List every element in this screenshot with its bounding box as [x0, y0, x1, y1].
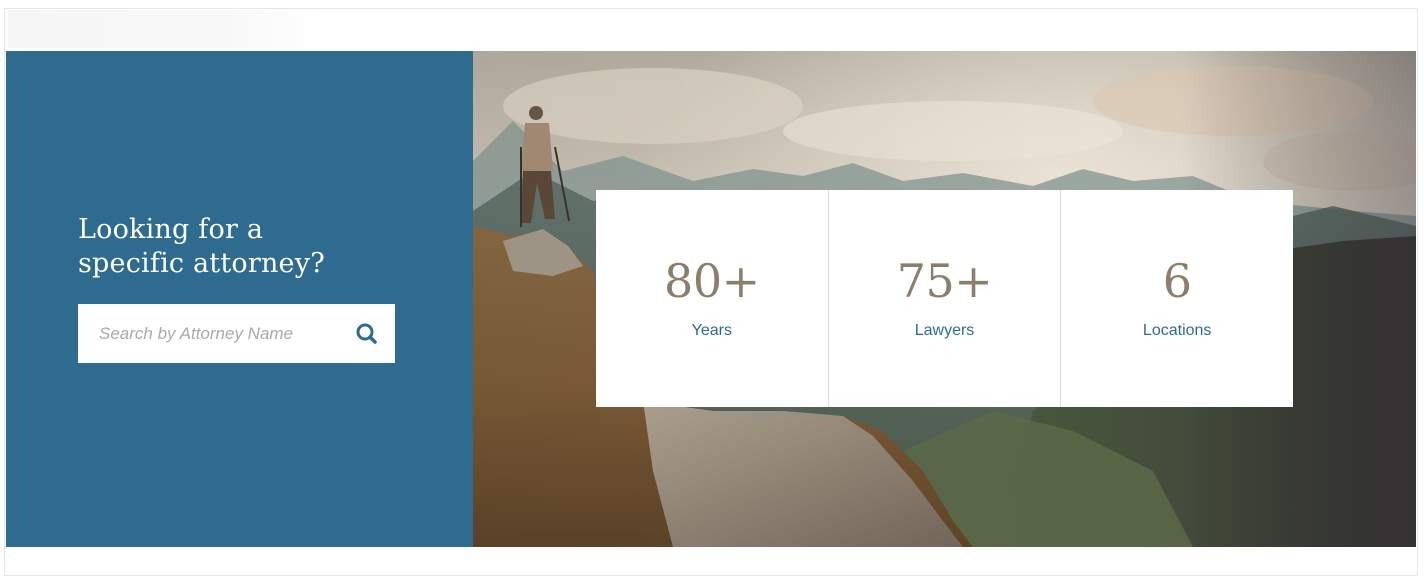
hero-section: Looking for a specific attorney? Search …: [6, 51, 1416, 547]
attorney-search-input[interactable]: [78, 304, 338, 363]
stat-locations: 6 Locations: [1061, 190, 1293, 407]
firm-stats-card: 80+ Years 75+ Lawyers 6 Locations: [596, 190, 1293, 407]
search-heading-line-2: specific attorney?: [78, 248, 325, 279]
search-button[interactable]: [349, 316, 385, 352]
stat-value: 75+: [896, 254, 993, 308]
stat-label: Lawyers: [914, 322, 975, 339]
stat-value: 6: [1162, 254, 1192, 308]
stat-value: 80+: [664, 254, 760, 308]
search-heading: Looking for a specific attorney?: [78, 213, 398, 281]
stat-label: Years: [691, 322, 732, 339]
search-heading-line-1: Looking for a: [78, 214, 264, 245]
attorney-search-form: [78, 304, 395, 363]
search-icon: [356, 323, 377, 344]
header-strip: [8, 10, 328, 48]
stat-years: 80+ Years: [596, 190, 829, 407]
stat-label: Locations: [1142, 322, 1212, 339]
stat-lawyers: 75+ Lawyers: [829, 190, 1062, 407]
attorney-search-panel: Looking for a specific attorney?: [6, 51, 473, 547]
